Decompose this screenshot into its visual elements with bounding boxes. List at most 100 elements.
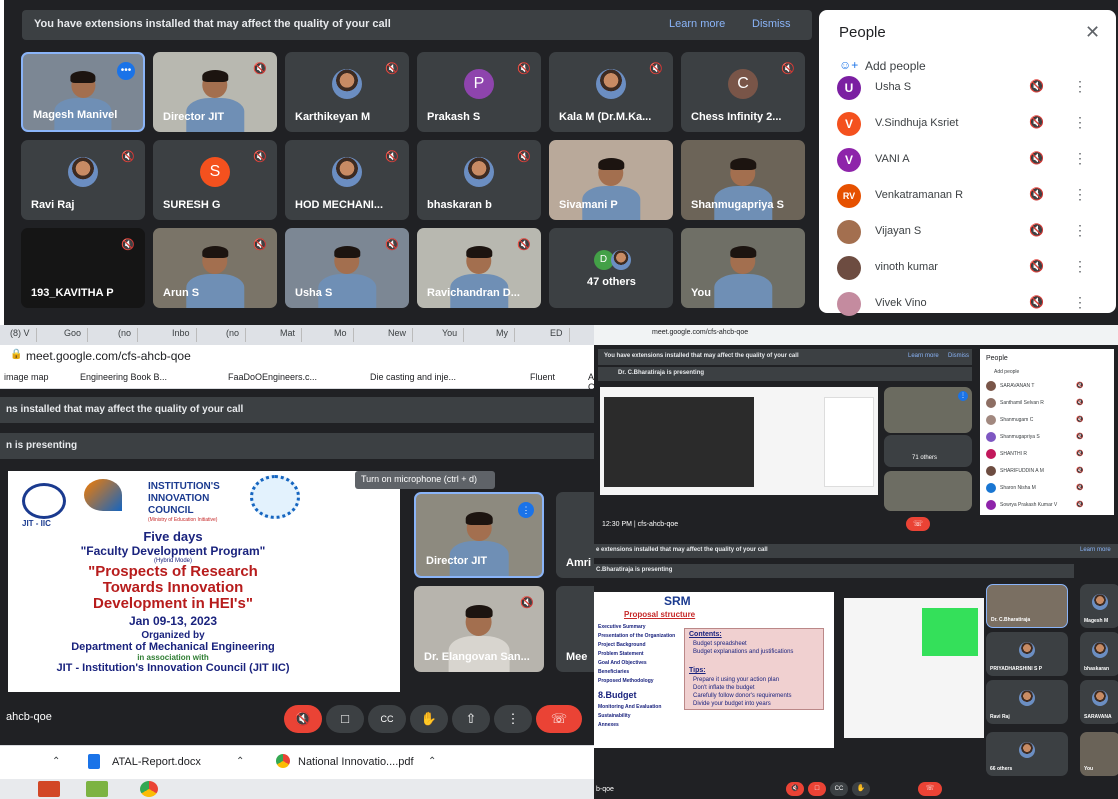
chrome-taskbar-icon[interactable] <box>140 781 158 797</box>
people-list-item[interactable]: RV Venkatramanan R 🔇 ⋮ <box>819 178 1116 212</box>
more-vert-icon[interactable]: ⋮ <box>1073 222 1087 239</box>
browser-tab[interactable]: (no <box>112 328 139 342</box>
participant-tile[interactable]: 🔇 Ravi Raj <box>21 140 145 220</box>
tooltip-text: Turn on microphone (ctrl + d) <box>361 474 477 484</box>
participant-tile[interactable]: SARAVANA <box>1080 680 1118 724</box>
participant-tile[interactable]: bhaskaran <box>1080 632 1118 676</box>
powerpoint-taskbar-icon[interactable] <box>38 781 60 797</box>
more-vert-icon[interactable]: ⋮ <box>1073 78 1087 95</box>
browser-tab[interactable]: (no <box>220 328 247 342</box>
raise-hand-button[interactable]: ✋ <box>852 782 870 796</box>
contents-item: Budget explanations and justifications <box>693 649 794 655</box>
nested-people <box>824 397 874 487</box>
chevron-up-icon[interactable]: ⌃ <box>428 756 436 767</box>
hang-up-button[interactable]: ☏ <box>536 705 582 733</box>
participant-tile[interactable]: 66 others <box>986 732 1068 776</box>
participant-tile[interactable]: 🔇 Usha S <box>285 228 409 308</box>
more-vert-icon[interactable]: ⋮ <box>1073 186 1087 203</box>
presenter-tile[interactable]: ⋮ <box>884 387 972 433</box>
participant-tile[interactable]: 🔇 HOD MECHANI... <box>285 140 409 220</box>
browser-tab[interactable]: Inbo <box>166 328 197 342</box>
dismiss-button[interactable]: Dismiss <box>948 353 969 359</box>
side-tile-mee[interactable]: Mee <box>556 586 594 672</box>
people-list-item[interactable]: vinoth kumar 🔇 ⋮ <box>819 250 1116 284</box>
more-vert-icon[interactable]: ⋮ <box>1073 294 1087 311</box>
learn-more-link[interactable]: Learn more <box>908 353 939 359</box>
participant-tile[interactable]: 🔇 Director JIT <box>153 52 277 132</box>
dismiss-button[interactable]: Dismiss <box>752 18 791 30</box>
people-list-item[interactable]: Vivek Vino 🔇 ⋮ <box>819 286 1116 320</box>
more-vert-icon[interactable]: ⋮ <box>1073 114 1087 131</box>
participant-tile[interactable]: Shanmugapriya S <box>681 140 805 220</box>
browser-tab[interactable]: My <box>490 328 515 342</box>
people-list-item[interactable]: Vijayan S 🔇 ⋮ <box>819 214 1116 248</box>
camera-button[interactable]: □ <box>326 705 364 733</box>
browser-tab[interactable]: Mat <box>274 328 303 342</box>
chevron-up-icon[interactable]: ⌃ <box>236 756 244 767</box>
learn-more-link[interactable]: Learn more <box>669 18 725 30</box>
url-text[interactable]: meet.google.com/cfs-ahcb-qoe <box>652 329 748 336</box>
participant-tile[interactable]: PRIYADHARSHINI S P <box>986 632 1068 676</box>
more-vert-icon[interactable]: ⋮ <box>1073 150 1087 167</box>
hang-up-button[interactable]: ☏ <box>906 517 930 531</box>
browser-tab[interactable]: Mo <box>328 328 354 342</box>
participant-tile[interactable]: 🔇 Ravichandran D... <box>417 228 541 308</box>
participant-tile[interactable]: Dr. C.Bharatiraja <box>986 584 1068 628</box>
raise-hand-button[interactable]: ✋ <box>410 705 448 733</box>
others-tile[interactable]: 71 others <box>884 435 972 467</box>
bookmark-item[interactable]: image map <box>4 372 49 382</box>
close-icon[interactable]: ✕ <box>1085 22 1100 43</box>
more-options-icon[interactable]: ••• <box>117 62 135 80</box>
side-tile-director[interactable]: Director JIT ⋮ <box>414 492 544 578</box>
participant-tile[interactable]: 🔇 193_KAVITHA P <box>21 228 145 308</box>
captions-button[interactable]: CC <box>368 705 406 733</box>
hang-up-button[interactable]: ☏ <box>918 782 942 796</box>
mic-off-icon: 🔇 <box>253 63 267 75</box>
participant-tile[interactable]: 🔇 Karthikeyan M <box>285 52 409 132</box>
download-item-pdf[interactable]: National Innovatio....pdf <box>298 756 414 768</box>
mic-off-button[interactable]: 🔇 <box>786 782 804 796</box>
participant-tile[interactable]: You <box>681 228 805 308</box>
participant-tile[interactable]: You <box>1080 732 1118 776</box>
captions-button[interactable]: CC <box>830 782 848 796</box>
people-list-item[interactable]: V VANI A 🔇 ⋮ <box>819 142 1116 176</box>
participant-tile[interactable]: Sivamani P <box>549 140 673 220</box>
people-list-item[interactable]: U Usha S 🔇 ⋮ <box>819 70 1116 104</box>
participant-tile[interactable]: Ravi Raj <box>986 680 1068 724</box>
download-item-docx[interactable]: ATAL-Report.docx <box>112 756 201 768</box>
add-people-link[interactable]: Add people <box>994 369 1019 375</box>
mic-off-button[interactable]: 🔇 <box>284 705 322 733</box>
participant-tile[interactable]: Magesh M <box>1080 584 1118 628</box>
participant-tile[interactable]: P 🔇 Prakash S <box>417 52 541 132</box>
side-tile-elangovan[interactable]: 🔇 Dr. Elangovan San... <box>414 586 544 672</box>
bookmark-item[interactable]: Fluent <box>530 372 555 382</box>
browser-tab[interactable]: ED <box>544 328 570 342</box>
url-text[interactable]: meet.google.com/cfs-ahcb-qoe <box>26 349 191 363</box>
chevron-up-icon[interactable]: ⌃ <box>52 756 60 767</box>
more-options-button[interactable]: ⋮ <box>494 705 532 733</box>
participant-tile[interactable]: 🔇 bhaskaran b <box>417 140 541 220</box>
bookmark-item[interactable]: Die casting and inje... <box>370 372 456 382</box>
more-vert-icon[interactable]: ⋮ <box>1073 258 1087 275</box>
participant-tile[interactable]: D 47 others <box>549 228 673 308</box>
camera-button[interactable]: □ <box>808 782 826 796</box>
bookmark-item[interactable]: FaaDoOEngineers.c... <box>228 372 317 382</box>
participant-tile[interactable]: 🔇 Arun S <box>153 228 277 308</box>
meet-area: ns installed that may affect the quality… <box>0 389 594 745</box>
bookmark-item[interactable]: Engineering Book B... <box>80 372 167 382</box>
participant-tile[interactable]: C 🔇 Chess Infinity 2... <box>681 52 805 132</box>
paint-taskbar-icon[interactable] <box>86 781 108 797</box>
people-list-item[interactable]: V V.Sindhuja Ksriet 🔇 ⋮ <box>819 106 1116 140</box>
participant-tile[interactable]: 🔇 Kala M (Dr.M.Ka... <box>549 52 673 132</box>
learn-more-link[interactable]: Learn more <box>1080 547 1111 553</box>
browser-tab[interactable]: New <box>382 328 414 342</box>
browser-tab[interactable]: (8) V <box>4 328 37 342</box>
browser-tab[interactable]: Goo <box>58 328 89 342</box>
participant-tile[interactable]: ••• Magesh Manivel <box>21 52 145 132</box>
browser-tab[interactable]: You <box>436 328 465 342</box>
participant-tile[interactable]: S 🔇 SURESH G <box>153 140 277 220</box>
side-tile-amri[interactable]: Amri <box>556 492 594 578</box>
present-button[interactable]: ⇧ <box>452 705 490 733</box>
avatar <box>986 432 996 442</box>
self-tile[interactable] <box>884 471 972 511</box>
